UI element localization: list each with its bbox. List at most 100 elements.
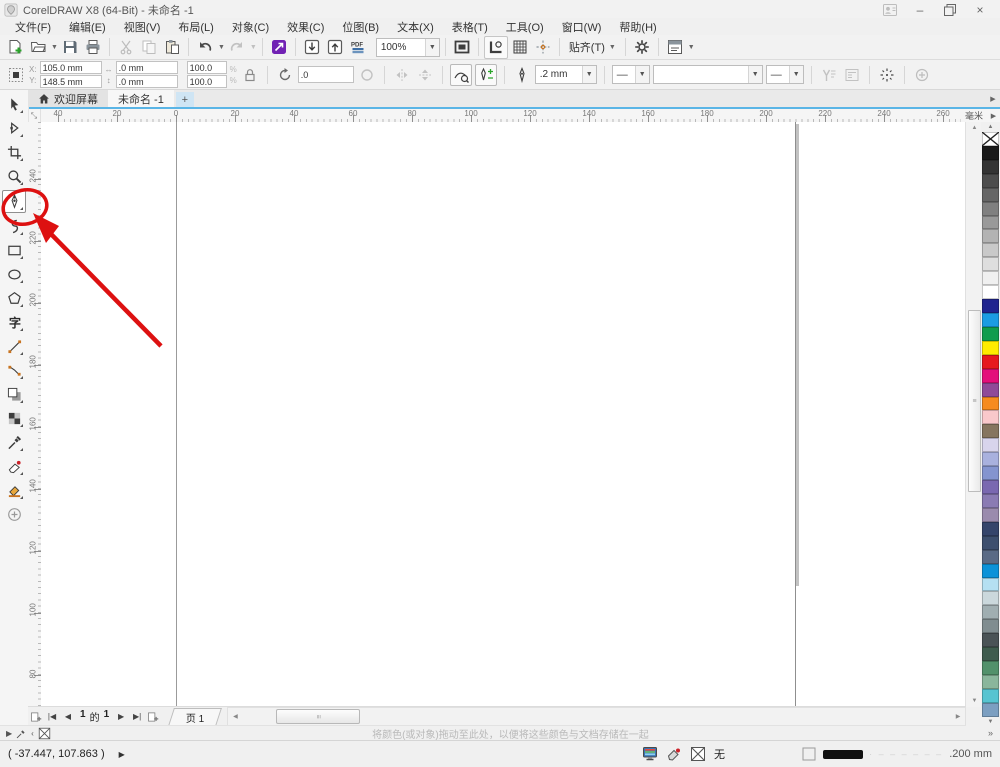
smart-fill-tool[interactable] — [3, 480, 25, 501]
scale-y-field[interactable] — [186, 75, 227, 88]
palette-swatch-26[interactable] — [982, 493, 999, 508]
close-button[interactable]: × — [972, 3, 988, 17]
tab-scroll-right-icon[interactable]: ▶ — [986, 90, 1000, 107]
ruler-scroll-right-icon[interactable]: ▶ — [987, 109, 1000, 122]
export-button[interactable] — [324, 37, 346, 58]
search-content-button[interactable] — [268, 37, 290, 58]
palette-swatch-36[interactable] — [982, 633, 999, 648]
palette-swatch-4[interactable] — [982, 187, 999, 202]
redo-button[interactable] — [226, 37, 248, 58]
menu-bitmaps[interactable]: 位图(B) — [333, 18, 388, 36]
dimension-tool[interactable] — [3, 336, 25, 357]
fullscreen-preview-button[interactable] — [451, 37, 473, 58]
account-icon[interactable] — [882, 3, 898, 17]
palette-swatch-22[interactable] — [982, 438, 999, 453]
palette-swatch-13[interactable] — [982, 312, 999, 327]
menu-effects[interactable]: 效果(C) — [278, 18, 333, 36]
palette-swatch-39[interactable] — [982, 674, 999, 689]
vertical-scroll-thumb[interactable]: ≡ — [968, 310, 981, 492]
outline-color-swatch[interactable] — [823, 749, 864, 759]
lock-ratio-button[interactable] — [240, 65, 260, 85]
add-page-after-button[interactable] — [145, 709, 161, 725]
freehand-tool[interactable] — [2, 190, 26, 213]
menu-text[interactable]: 文本(X) — [388, 18, 443, 36]
first-page-button[interactable]: |◀ — [44, 709, 60, 725]
cut-button[interactable] — [115, 37, 137, 58]
paste-button[interactable] — [161, 37, 183, 58]
horizontal-scroll-thumb[interactable]: ≡ — [276, 709, 361, 724]
palette-swatch-31[interactable] — [982, 563, 999, 578]
scroll-left-icon[interactable]: ◀ — [228, 708, 242, 725]
palette-swatch-15[interactable] — [982, 340, 999, 355]
line-start-arrow-select[interactable]: — ▼ — [611, 65, 650, 84]
palette-swatch-23[interactable] — [982, 452, 999, 467]
new-document-button[interactable] — [4, 37, 26, 58]
previous-page-button[interactable]: ◀ — [60, 709, 76, 725]
palette-swatch-21[interactable] — [982, 424, 999, 439]
interactive-fill-tool[interactable] — [3, 456, 25, 477]
palette-swatch-1[interactable] — [982, 145, 999, 160]
doc-palette-eyedropper-icon[interactable] — [16, 728, 27, 739]
zoom-level-select[interactable]: 100% ▼ — [375, 37, 440, 57]
last-page-button[interactable]: ▶| — [129, 709, 145, 725]
menu-object[interactable]: 对象(C) — [223, 18, 278, 36]
copy-button[interactable] — [138, 37, 160, 58]
palette-swatch-6[interactable] — [982, 215, 999, 230]
palette-swatch-34[interactable] — [982, 605, 999, 620]
palette-swatch-12[interactable] — [982, 299, 999, 313]
fill-none-swatch[interactable] — [690, 746, 706, 762]
add-page-before-button[interactable] — [28, 709, 44, 725]
palette-swatch-9[interactable] — [982, 257, 999, 272]
palette-swatch-2[interactable] — [982, 159, 999, 174]
restore-button[interactable] — [942, 3, 958, 17]
snap-to-button[interactable]: 贴齐(T) ▼ — [565, 37, 620, 57]
palette-swatch-32[interactable] — [982, 577, 999, 592]
palette-swatch-37[interactable] — [982, 647, 999, 662]
palette-swatch-16[interactable] — [982, 354, 999, 369]
drop-shadow-tool[interactable] — [3, 384, 25, 405]
palette-scroll-down-icon[interactable]: ▼ — [982, 717, 999, 727]
page-1-tab[interactable]: 页 1 — [168, 707, 223, 726]
palette-swatch-10[interactable] — [982, 271, 999, 286]
palette-swatch-19[interactable] — [982, 396, 999, 411]
zoom-tool[interactable] — [3, 166, 25, 187]
add-tools-button[interactable] — [3, 504, 25, 525]
object-height-field[interactable] — [115, 75, 178, 88]
print-button[interactable] — [82, 37, 104, 58]
shape-tool[interactable] — [3, 118, 25, 139]
reduce-nodes-button[interactable] — [449, 63, 472, 86]
curve-smoothness-button[interactable] — [474, 63, 497, 86]
minimize-button[interactable]: – — [912, 3, 928, 17]
menu-edit[interactable]: 编辑(E) — [60, 18, 115, 36]
open-button[interactable] — [27, 37, 49, 58]
line-end-arrow-select[interactable]: — ▼ — [765, 65, 804, 84]
tab-untitled-document[interactable]: 未命名 -1 — [108, 90, 174, 107]
import-button[interactable] — [301, 37, 323, 58]
doc-palette-collapse-icon[interactable]: ‹ — [31, 729, 34, 738]
save-button[interactable] — [59, 37, 81, 58]
palette-no-color-swatch[interactable] — [982, 132, 999, 146]
show-grid-button[interactable] — [509, 37, 531, 58]
zoom-dropdown-icon[interactable]: ▼ — [424, 38, 439, 56]
menu-tools[interactable]: 工具(O) — [497, 18, 553, 36]
horizontal-scrollbar[interactable]: ◀ ≡ ▶ — [227, 707, 966, 726]
palette-swatch-11[interactable] — [982, 285, 999, 300]
vertical-ruler[interactable]: 240 220 200 180 160 140 120 100 80 — [28, 122, 42, 707]
menu-view[interactable]: 视图(V) — [115, 18, 170, 36]
palette-swatch-25[interactable] — [982, 480, 999, 494]
palette-swatch-14[interactable] — [982, 326, 999, 341]
artistic-media-tool[interactable] — [3, 216, 25, 237]
palette-scroll-up-icon[interactable]: ▲ — [982, 122, 999, 132]
outline-width-select[interactable]: .2 mm ▼ — [534, 65, 597, 84]
next-page-button[interactable]: ▶ — [113, 709, 129, 725]
rectangle-tool[interactable] — [3, 240, 25, 261]
scroll-right-icon[interactable]: ▶ — [951, 708, 965, 725]
palette-swatch-28[interactable] — [982, 521, 999, 536]
palette-swatch-8[interactable] — [982, 243, 999, 258]
color-eyedropper-tool[interactable] — [3, 432, 25, 453]
outline-status-icon[interactable] — [801, 746, 817, 762]
application-launcher-button[interactable] — [664, 37, 686, 58]
menu-help[interactable]: 帮助(H) — [610, 18, 665, 36]
tab-welcome-screen[interactable]: 欢迎屏幕 — [28, 90, 108, 107]
new-document-tab-button[interactable]: + — [175, 92, 194, 107]
